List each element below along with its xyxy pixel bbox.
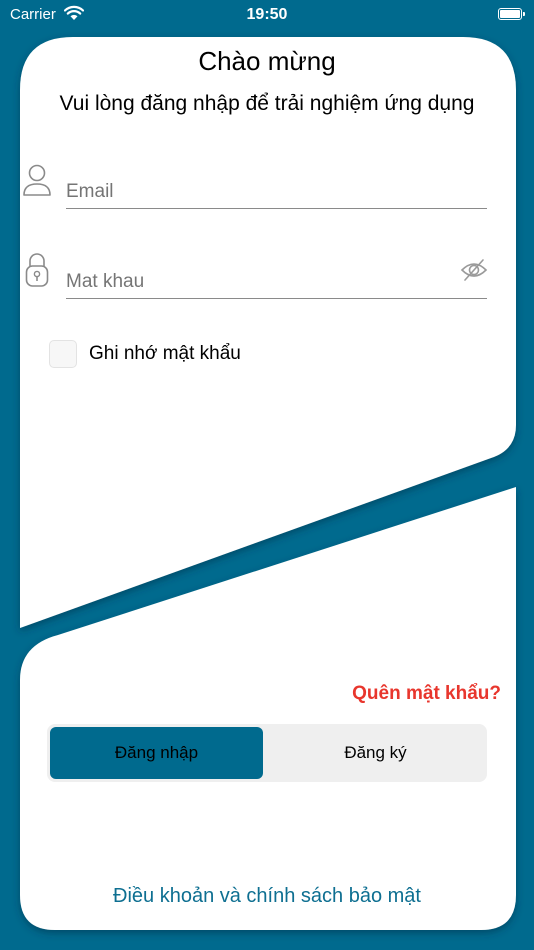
user-icon	[23, 164, 51, 196]
lock-icon	[25, 253, 49, 287]
eye-slash-icon[interactable]	[460, 257, 488, 283]
tab-login[interactable]: Đăng nhập	[50, 727, 263, 779]
page-subtitle: Vui lòng đăng nhập để trải nghiệm ứng dụ…	[59, 92, 475, 115]
email-field[interactable]	[66, 178, 487, 209]
tab-register[interactable]: Đăng ký	[267, 727, 484, 779]
password-field[interactable]	[66, 268, 487, 299]
page-title: Chào mừng	[198, 46, 336, 76]
terms-link[interactable]: Điều khoản và chính sách bảo mật	[0, 885, 534, 908]
auth-tabs: Đăng nhập Đăng ký	[47, 724, 487, 782]
forgot-password-link[interactable]: Quên mật khẩu?	[352, 683, 501, 705]
card-background	[20, 37, 516, 930]
remember-label: Ghi nhớ mật khẩu	[89, 343, 241, 364]
email-input[interactable]	[66, 178, 446, 206]
remember-checkbox[interactable]	[49, 340, 77, 368]
password-input[interactable]	[66, 268, 446, 296]
